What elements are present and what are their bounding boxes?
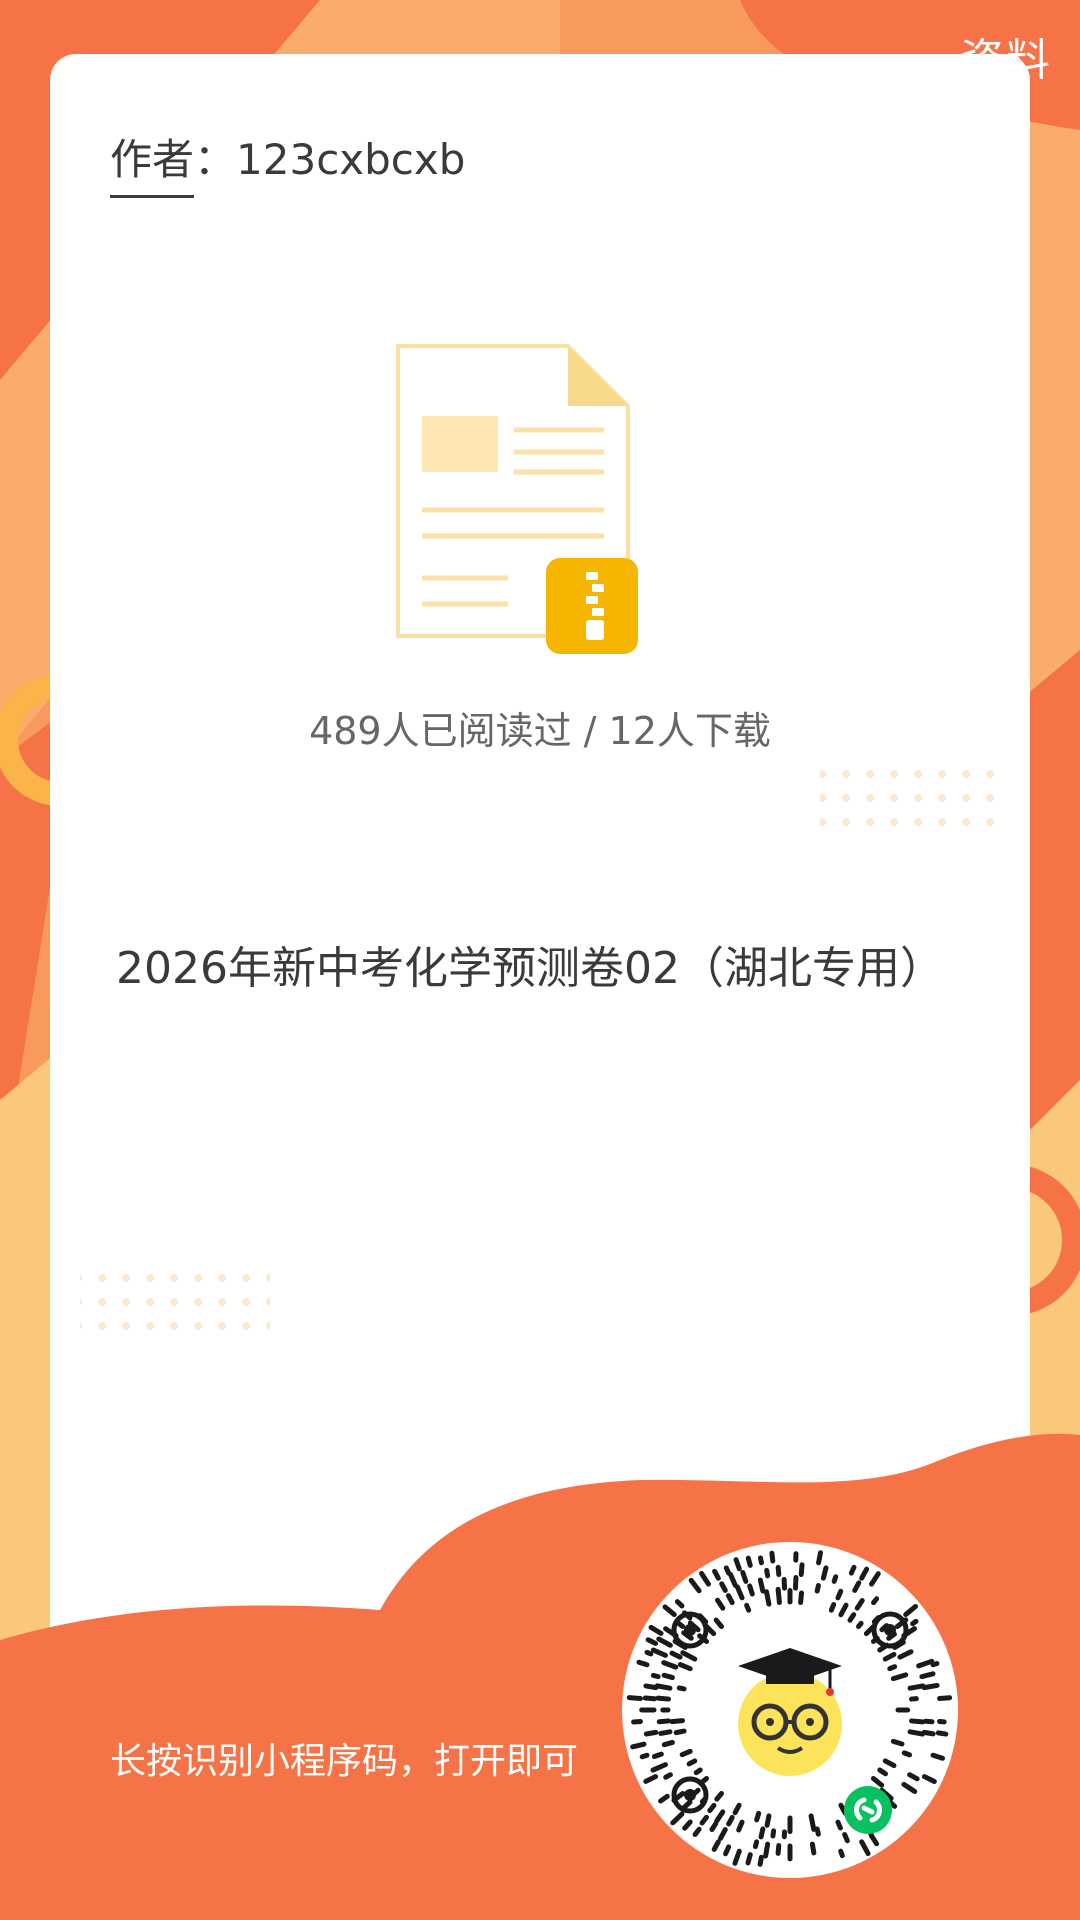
author-label: 作者 bbox=[110, 126, 195, 198]
document-title[interactable]: 2026年新中考化学预测卷02（湖北专用） bbox=[116, 932, 944, 996]
author-name: 123cxbcxb bbox=[236, 135, 466, 184]
wechat-miniprogram-icon bbox=[844, 1786, 892, 1834]
category-badge: 资料 bbox=[960, 35, 1052, 86]
author-line: 作者：123cxbcxb bbox=[110, 126, 465, 198]
mini-program-code[interactable] bbox=[620, 1540, 960, 1880]
zip-document-icon bbox=[396, 344, 638, 654]
graduate-mascot-icon bbox=[738, 1648, 842, 1776]
author-separator: ： bbox=[194, 135, 237, 184]
scan-instruction: 长按识别小程序码，打开即可 bbox=[110, 1741, 579, 1782]
read-download-stats: 489人已阅读过 / 12人下载 bbox=[309, 709, 771, 753]
